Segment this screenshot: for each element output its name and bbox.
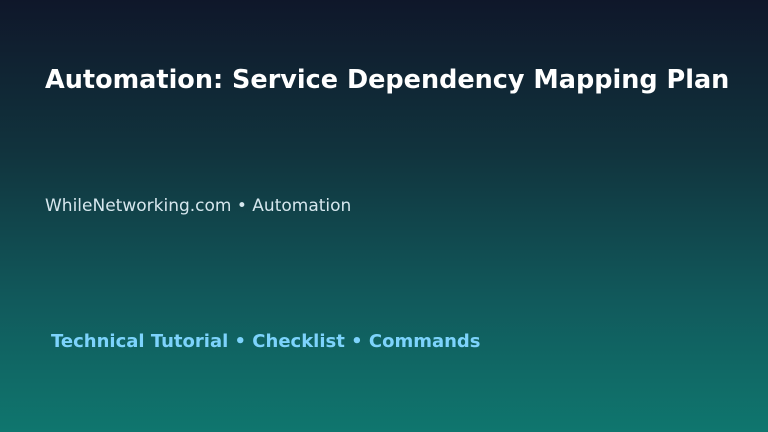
slide-tagline: Technical Tutorial • Checklist • Command… bbox=[51, 331, 481, 352]
slide-title: Automation: Service Dependency Mapping P… bbox=[45, 65, 730, 95]
slide-subtitle: WhileNetworking.com • Automation bbox=[45, 196, 352, 216]
